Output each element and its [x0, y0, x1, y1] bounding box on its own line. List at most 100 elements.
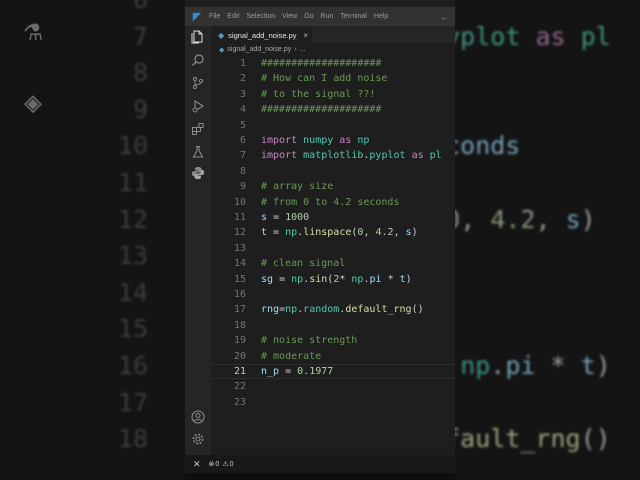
- code-text: s = 1000: [261, 212, 310, 223]
- tab-signal-add-noise[interactable]: ◆ signal_add_noise.py ×: [211, 26, 312, 43]
- search-icon[interactable]: [190, 53, 206, 69]
- code-line[interactable]: 10 # from 0 to 4.2 seconds: [211, 195, 455, 210]
- line-number: 12: [233, 227, 246, 239]
- code-line[interactable]: 17 rng=np.random.default_rng(): [211, 302, 455, 317]
- code-text: import matplotlib.pyplot as pl: [261, 150, 442, 162]
- tab-bar: ◆ signal_add_noise.py ×: [211, 26, 455, 43]
- line-number: 14: [233, 258, 246, 270]
- code-line[interactable]: 1 ####################: [211, 56, 455, 71]
- code-text: ####################: [261, 58, 382, 69]
- close-icon[interactable]: ×: [303, 31, 308, 40]
- background-code-fragment: [455, 92, 611, 129]
- breadcrumb-file[interactable]: signal_add_noise.py: [227, 46, 291, 53]
- background-line-number: 17: [117, 387, 148, 417]
- code-line[interactable]: 13: [211, 241, 455, 256]
- error-count: 0: [215, 460, 220, 468]
- menu-edit[interactable]: Edit: [227, 7, 239, 26]
- background-code-fragment: 2* np.pi * t): [460, 350, 611, 380]
- code-line[interactable]: 2 # How can I add noise: [211, 71, 455, 86]
- vscode-window: ◤ File Edit Selection View Go Run Termin…: [185, 0, 455, 480]
- code-line[interactable]: 16: [211, 287, 455, 302]
- code-line[interactable]: 11 s = 1000: [211, 210, 455, 225]
- python-file-icon: ◆: [218, 30, 225, 40]
- code-line[interactable]: 9 # array size: [211, 179, 455, 194]
- tab-label: signal_add_noise.py: [228, 30, 297, 40]
- code-line[interactable]: 21 n_p = 0.1977: [211, 364, 455, 380]
- code-text: # to the signal ??!: [261, 88, 376, 100]
- code-line[interactable]: 6 import numpy as np: [211, 133, 455, 148]
- background-code-fragment: [455, 311, 611, 348]
- background-code-fragment: e(0, 4.2, s): [455, 204, 596, 234]
- settings-gear-icon[interactable]: [190, 432, 206, 448]
- code-line[interactable]: 7 import matplotlib.pyplot as pl: [211, 148, 455, 163]
- bottom-strip: [185, 473, 455, 480]
- background-line-number: 9: [132, 94, 148, 124]
- menu-help[interactable]: Help: [374, 7, 388, 26]
- code-line[interactable]: 20 # moderate: [211, 349, 455, 364]
- code-line[interactable]: 15 sg = np.sin(2* np.pi * t): [211, 272, 455, 287]
- line-number: 18: [233, 319, 246, 331]
- menu-terminal[interactable]: Terminal: [340, 7, 366, 26]
- line-number: 9: [239, 181, 246, 193]
- code-text: # moderate: [261, 350, 322, 362]
- errors-indicator[interactable]: ⊗ 0: [209, 460, 220, 469]
- run-debug-icon[interactable]: [190, 99, 206, 115]
- code-line[interactable]: 22: [211, 379, 455, 394]
- background-line-number: 14: [117, 277, 148, 307]
- python-file-icon: ◆: [219, 46, 225, 54]
- code-line[interactable]: 4 ####################: [211, 102, 455, 117]
- code-text: rng=np.random.default_rng(): [261, 304, 424, 316]
- testing-icon[interactable]: [190, 145, 206, 161]
- line-number: 7: [239, 150, 246, 162]
- code-line[interactable]: 19 # noise strength: [211, 333, 455, 348]
- back-arrow-icon[interactable]: ←: [440, 12, 449, 22]
- line-number: 5: [239, 119, 246, 131]
- line-number: 10: [233, 196, 246, 208]
- extensions-icon[interactable]: [190, 122, 206, 138]
- line-number: 19: [233, 335, 246, 347]
- line-number: 17: [233, 304, 246, 316]
- menu-go[interactable]: Go: [304, 7, 313, 26]
- menu-view[interactable]: View: [282, 7, 297, 26]
- line-number: 20: [233, 350, 246, 362]
- code-text: import numpy as np: [261, 135, 370, 146]
- line-number: 21: [233, 366, 246, 377]
- line-number: 16: [233, 289, 246, 300]
- background-line-number: 16: [117, 350, 148, 380]
- account-icon[interactable]: [190, 410, 206, 426]
- line-number: 23: [233, 396, 246, 408]
- remote-icon[interactable]: ✕: [193, 459, 201, 470]
- files-icon[interactable]: [190, 30, 206, 46]
- warning-count: 0: [229, 460, 234, 468]
- code-line[interactable]: 3 # to the signal ??!: [211, 87, 455, 102]
- background-right-blur: .pyplot as pl seconds e(0, 4.2, s) 2* np…: [455, 0, 640, 480]
- source-control-icon[interactable]: [190, 76, 206, 92]
- code-line[interactable]: 5: [211, 118, 455, 133]
- breadcrumb-ellipsis[interactable]: ...: [300, 46, 306, 53]
- code-text: # from 0 to 4.2 seconds: [261, 196, 400, 208]
- breadcrumb-separator: ›: [294, 46, 297, 53]
- background-code-fragment: [455, 55, 611, 92]
- menu-selection[interactable]: Selection: [246, 7, 275, 26]
- menu-run[interactable]: Run: [321, 7, 334, 26]
- code-line[interactable]: 23: [211, 395, 455, 410]
- code-line[interactable]: 8: [211, 164, 455, 179]
- line-number: 22: [233, 381, 246, 393]
- code-line[interactable]: 14 # clean signal: [211, 256, 455, 271]
- warning-icon: ⚠: [222, 461, 229, 468]
- background-code-fragment: seconds: [455, 131, 521, 161]
- line-number: 15: [233, 273, 246, 285]
- background-line-number: 15: [117, 314, 148, 344]
- title-bar: ◤ File Edit Selection View Go Run Termin…: [185, 7, 455, 26]
- vscode-logo-icon: ◤: [192, 10, 202, 23]
- python-icon[interactable]: [190, 166, 206, 182]
- line-number: 1: [239, 58, 246, 69]
- code-line[interactable]: 18: [211, 318, 455, 333]
- menu-file[interactable]: File: [209, 7, 220, 26]
- code-editor[interactable]: 1 #################### 2 # How can I add no…: [211, 56, 455, 455]
- code-text: n_p = 0.1977: [261, 366, 334, 377]
- background-line-number: 6: [0, 0, 148, 19]
- warnings-indicator[interactable]: ⚠ 0: [222, 460, 234, 469]
- activity-bar: [185, 26, 211, 455]
- code-line[interactable]: 12 t = np.linspace(0, 4.2, s): [211, 225, 455, 240]
